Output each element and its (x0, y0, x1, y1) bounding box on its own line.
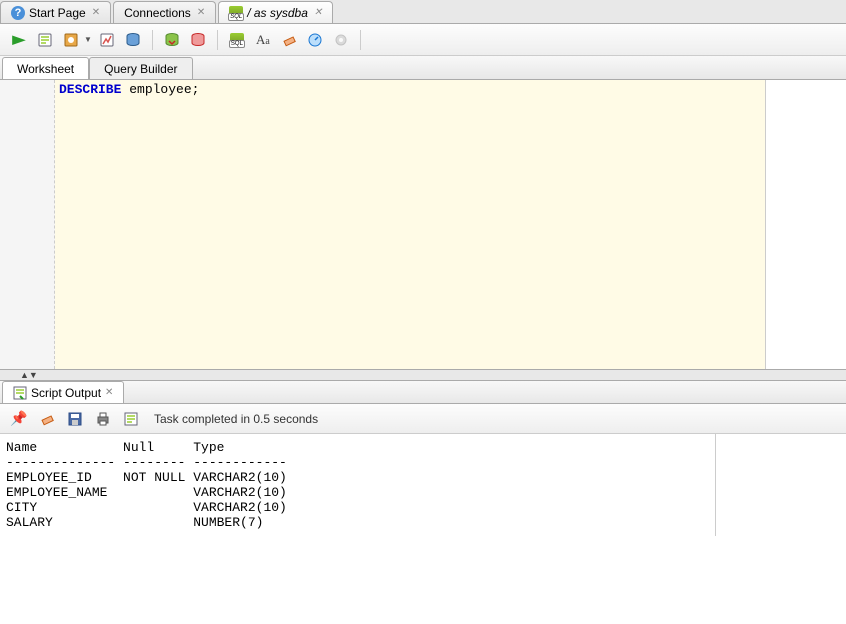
script-output-icon (13, 386, 27, 400)
tab-query-builder[interactable]: Query Builder (89, 57, 192, 79)
run-script-button[interactable] (34, 29, 56, 51)
tab-label: Start Page (29, 6, 86, 20)
output-tab-bar: Script Output ✕ (0, 380, 846, 404)
collapse-up-icon: ▲ (20, 370, 29, 380)
rollback-button[interactable] (161, 29, 183, 51)
close-icon[interactable]: ✕ (314, 7, 322, 18)
clear-output-button[interactable] (36, 408, 58, 430)
tab-connections[interactable]: Connections ✕ (113, 1, 216, 23)
output-toolbar: 📌 Task completed in 0.5 seconds (0, 404, 846, 434)
sql-editor[interactable]: DESCRIBE employee; (0, 80, 846, 370)
to-upper-button[interactable]: Aa (252, 29, 274, 51)
pin-button[interactable]: 📌 (8, 408, 30, 430)
print-button[interactable] (92, 408, 114, 430)
tab-label: Query Builder (104, 62, 177, 76)
sql-icon (230, 33, 244, 47)
run-button[interactable]: ▶ (8, 29, 30, 51)
sql-keyword: DESCRIBE (59, 82, 121, 97)
collapse-down-icon: ▼ (29, 370, 38, 380)
sql-tuning-button[interactable] (304, 29, 326, 51)
main-tab-bar: ? Start Page ✕ Connections ✕ / as sysdba… (0, 0, 846, 24)
script-output-text[interactable]: Name Null Type -------------- -------- -… (0, 434, 716, 536)
autotrace-button[interactable] (96, 29, 118, 51)
explain-plan-button[interactable] (60, 29, 82, 51)
help-icon: ? (11, 6, 25, 20)
save-output-button[interactable] (64, 408, 86, 430)
tab-script-output[interactable]: Script Output ✕ (2, 381, 124, 403)
worksheet-toolbar: ▶ ▼ Aa (0, 24, 846, 56)
sql-text: employee; (121, 82, 199, 97)
unshared-worksheet-button[interactable] (187, 29, 209, 51)
close-icon[interactable]: ✕ (92, 7, 100, 18)
close-icon[interactable]: ✕ (197, 7, 205, 18)
tab-start-page[interactable]: ? Start Page ✕ (0, 1, 111, 23)
close-icon[interactable]: ✕ (105, 387, 113, 398)
tab-label: Worksheet (17, 62, 74, 76)
commit-button[interactable] (122, 29, 144, 51)
editor-gutter (0, 80, 55, 369)
splitter-handle[interactable]: ▲ ▼ (0, 370, 846, 380)
sql-worksheet-icon (229, 6, 243, 20)
tab-label: Script Output (31, 386, 101, 400)
sql-history-button[interactable] (226, 29, 248, 51)
editor-tab-bar: Worksheet Query Builder (0, 56, 846, 80)
tab-label: / as sysdba (247, 6, 308, 20)
settings-button[interactable] (330, 29, 352, 51)
tab-label: Connections (124, 6, 191, 20)
output-sql-button[interactable] (120, 408, 142, 430)
clear-button[interactable] (278, 29, 300, 51)
tab-sysdba[interactable]: / as sysdba ✕ (218, 1, 333, 23)
dropdown-icon[interactable]: ▼ (84, 35, 92, 44)
tab-worksheet[interactable]: Worksheet (2, 57, 89, 79)
editor-content[interactable]: DESCRIBE employee; (55, 80, 766, 369)
status-text: Task completed in 0.5 seconds (154, 412, 318, 426)
